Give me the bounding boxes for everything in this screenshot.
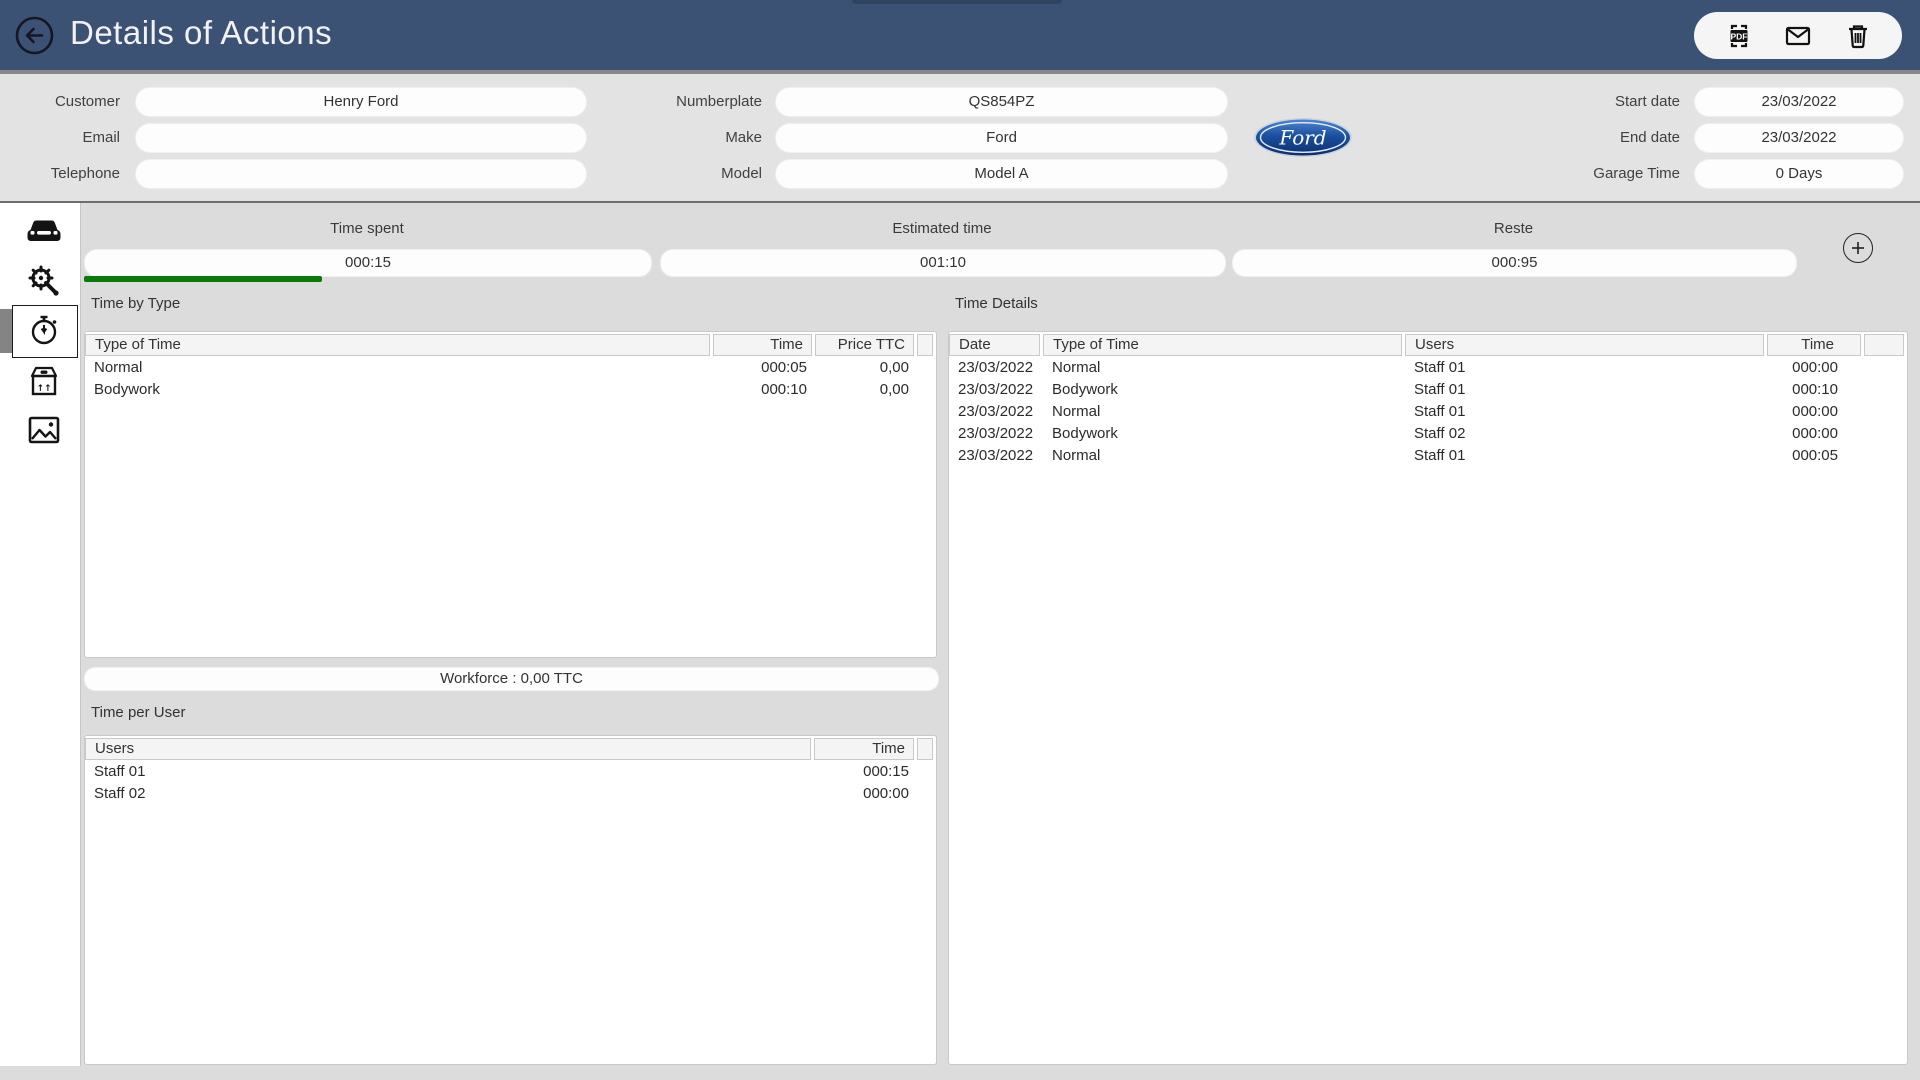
table-row[interactable]: Staff 01 000:15 [85,761,936,783]
ford-logo: Ford [1253,117,1353,158]
table-row[interactable]: Normal 000:05 0,00 [85,357,936,379]
time-spent-label: Time spent [330,220,404,237]
reste-label: Reste [1493,220,1534,237]
time-per-user-table: Users Time Staff 01 000:15 Staff 02 000:… [84,735,937,1065]
customer-label: Customer [54,93,120,110]
add-time-entry-button[interactable] [1843,233,1873,263]
numberplate-label: Numberplate [676,93,762,110]
table-row[interactable]: 23/03/2022 Normal Staff 01 000:00 [949,357,1907,379]
stopwatch-icon [27,313,61,347]
table-row[interactable]: 23/03/2022 Normal Staff 01 000:00 [949,401,1907,423]
send-email-button[interactable] [1783,21,1813,51]
numberplate-field[interactable]: QS854PZ [775,87,1228,117]
time-by-type-title: Time by Type [91,295,181,312]
export-pdf-button[interactable]: PDF [1724,21,1754,51]
col-filler [917,738,933,760]
svg-text:↑↑: ↑↑ [36,384,51,394]
time-by-type-table: Type of Time Time Price TTC Normal 000:0… [84,331,937,658]
time-per-user-body: Staff 01 000:15 Staff 02 000:00 [85,761,936,805]
col-users[interactable]: Users [85,738,811,760]
plus-icon [1849,239,1867,257]
sidebar-item-time[interactable] [26,312,62,348]
header-toolbar: PDF [1694,12,1902,59]
table-row[interactable]: Staff 02 000:00 [85,783,936,805]
col-users[interactable]: Users [1405,334,1764,356]
workforce-total-bar: Workforce : 0,00 TTC [84,667,939,691]
time-spent-progress [84,276,650,282]
col-date[interactable]: Date [949,334,1040,356]
progress-fill [84,276,322,282]
telephone-field[interactable] [135,159,587,189]
svg-text:Ford: Ford [1278,126,1326,150]
reste-value: 000:95 [1232,249,1797,277]
sidebar-item-service[interactable] [26,263,62,299]
envelope-icon [1783,21,1813,51]
col-filler [917,334,933,356]
col-filler [1864,334,1904,356]
car-icon [26,216,62,244]
photos-icon [28,416,60,444]
make-label: Make [725,129,762,146]
col-time[interactable]: Time [713,334,812,356]
start-date-field[interactable]: 23/03/2022 [1694,87,1904,117]
svg-text:PDF: PDF [1730,31,1747,41]
parts-box-icon: ↑↑ [28,364,60,398]
time-details-body: 23/03/2022 Normal Staff 01 000:00 23/03/… [949,357,1907,467]
end-date-label: End date [1619,129,1680,146]
back-button[interactable] [15,16,54,55]
time-by-type-body: Normal 000:05 0,00 Bodywork 000:10 0,00 [85,357,936,401]
table-row[interactable]: 23/03/2022 Bodywork Staff 01 000:10 [949,379,1907,401]
make-field[interactable]: Ford [775,123,1228,153]
col-type-of-time[interactable]: Type of Time [85,334,710,356]
email-field[interactable] [135,123,587,153]
table-row[interactable]: Bodywork 000:10 0,00 [85,379,936,401]
estimated-time-label: Estimated time [892,220,992,237]
col-time[interactable]: Time [1767,334,1861,356]
col-time[interactable]: Time [814,738,914,760]
pdf-icon: PDF [1724,21,1754,51]
email-label: Email [82,129,120,146]
sidebar-item-parts[interactable]: ↑↑ [26,363,62,399]
table-row[interactable]: 23/03/2022 Normal Staff 01 000:05 [949,445,1907,467]
time-per-user-header: Users Time [85,736,936,761]
window-drag-strip [852,0,1062,4]
sidebar-item-photos[interactable] [26,412,62,448]
customer-field[interactable]: Henry Ford [135,87,587,117]
end-date-field[interactable]: 23/03/2022 [1694,123,1904,153]
service-icon [27,264,61,298]
table-row[interactable]: 23/03/2022 Bodywork Staff 02 000:00 [949,423,1907,445]
delete-button[interactable] [1843,21,1873,51]
back-arrow-icon [15,16,54,55]
col-type-of-time[interactable]: Type of Time [1043,334,1402,356]
estimated-time-value: 001:10 [660,249,1226,277]
time-details-header: Date Type of Time Users Time [949,332,1907,357]
time-spent-value: 000:15 [84,249,652,277]
model-label: Model [721,165,762,182]
sidebar-selection-accent [0,309,12,353]
app-window: Details of Actions PDF Customer Email Te… [0,0,1920,1080]
trash-icon [1843,21,1873,51]
start-date-label: Start date [1614,93,1680,110]
time-details-title: Time Details [955,295,1038,312]
time-details-table: Date Type of Time Users Time 23/03/2022 … [948,331,1908,1065]
col-price-ttc[interactable]: Price TTC [815,334,914,356]
time-per-user-title: Time per User [91,704,186,721]
garage-time-field[interactable]: 0 Days [1694,159,1904,189]
telephone-label: Telephone [50,165,120,182]
model-field[interactable]: Model A [775,159,1228,189]
sidebar-item-vehicle[interactable] [26,212,62,248]
garage-time-label: Garage Time [1593,165,1680,182]
time-by-type-header: Type of Time Time Price TTC [85,332,936,357]
page-title: Details of Actions [70,14,333,51]
